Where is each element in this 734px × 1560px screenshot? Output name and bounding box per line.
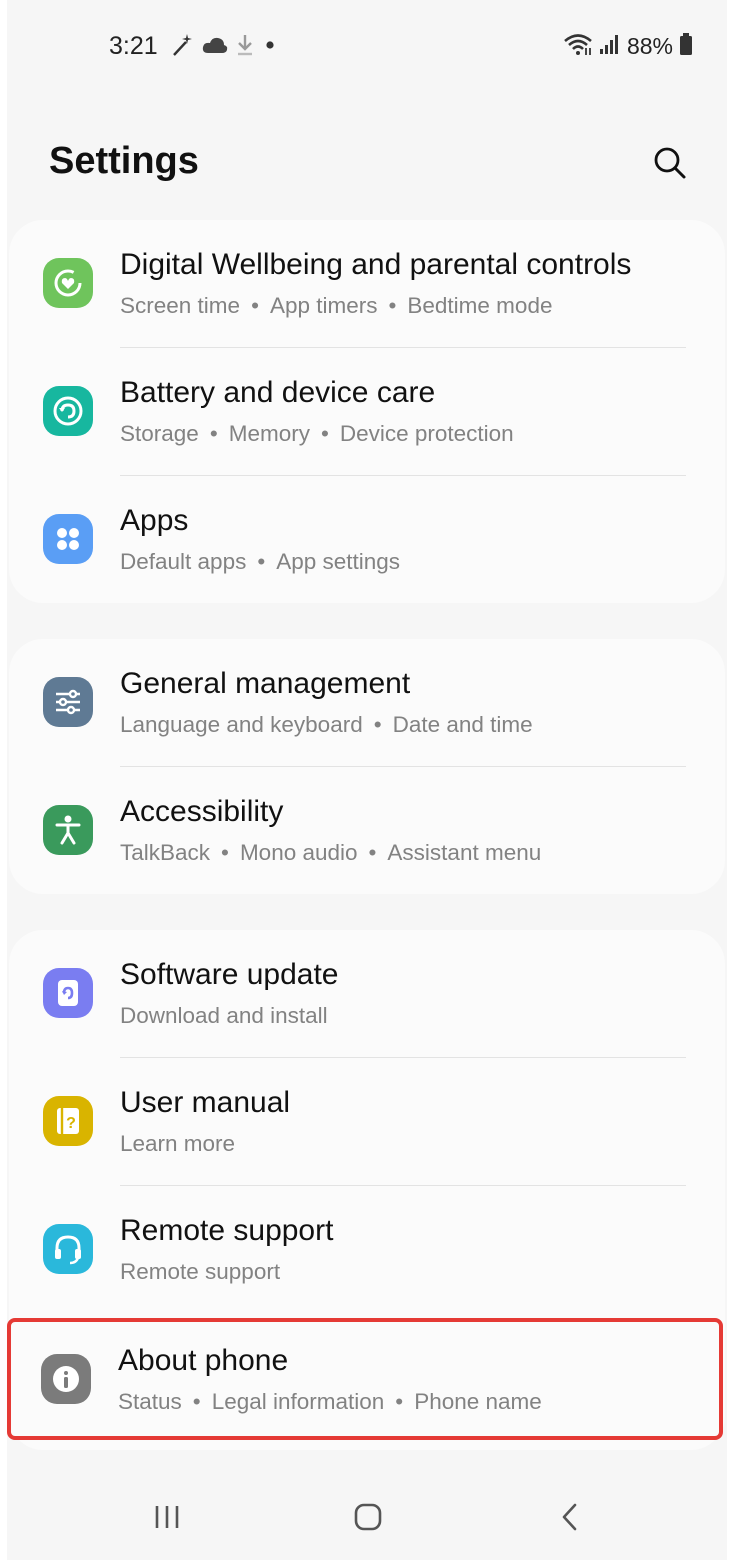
item-title: Battery and device care [120,376,436,409]
menu-item-battery-device-care[interactable]: Battery and device care Storage • Memory • D… [9,348,725,476]
item-subtitle: TalkBack • Mono audio • Assistant menu [120,840,542,865]
item-title: Apps [120,504,189,537]
user-manual-icon: ? [43,1096,93,1146]
settings-group-2: General management Language and keyboard… [9,639,725,894]
item-title: Digital Wellbeing and parental controls [120,248,632,281]
item-subtitle: Language and keyboard • Date and time [120,712,533,737]
device-care-icon [43,386,93,436]
headset-icon [43,1224,93,1274]
menu-item-software-update[interactable]: Software update Download and install [9,930,725,1058]
battery-icon [679,32,693,61]
menu-item-apps[interactable]: Apps Default apps • App settings [9,476,725,604]
page-title: Settings [49,140,199,182]
settings-screen: 3:21 88% Settings Digital Wellbeing and … [7,0,727,1560]
item-title: Remote support [120,1214,334,1247]
item-title: Software update [120,958,339,991]
wifi-icon [563,32,593,61]
info-icon [41,1354,91,1404]
system-icons: 88% [563,32,693,61]
item-title: User manual [120,1086,291,1119]
sliders-icon [43,677,93,727]
item-title: General management [120,667,411,700]
home-icon [354,1503,382,1531]
menu-item-general-management[interactable]: General management Language and keyboard… [9,639,725,767]
status-time: 3:21 [109,32,158,60]
menu-item-accessibility[interactable]: Accessibility TalkBack • Mono audio • Assist… [9,767,725,895]
item-subtitle: Default apps • App settings [120,549,401,574]
recents-button[interactable] [137,1492,197,1542]
apps-icon [43,514,93,564]
item-subtitle: Screen time • App timers • Bedtime mode [120,293,553,318]
cloud-icon [201,35,229,60]
magic-wand-icon [169,32,195,63]
back-icon [562,1503,577,1531]
svg-text:?: ? [66,1115,76,1132]
item-subtitle: Download and install [120,1003,328,1028]
item-title: About phone [118,1344,289,1377]
download-icon [235,33,255,62]
menu-item-about-phone[interactable]: About phone Status • Legal information • Pho… [7,1318,723,1440]
battery-percent: 88% [626,33,673,59]
item-subtitle: Status • Legal information • Phone name [118,1389,542,1414]
item-subtitle: Remote support [120,1259,281,1284]
status-bar: 3:21 88% [7,0,727,90]
navigation-bar [7,1470,727,1560]
menu-item-digital-wellbeing[interactable]: Digital Wellbeing and parental controls … [9,220,725,348]
software-update-icon [43,968,93,1018]
menu-item-user-manual[interactable]: ? User manual Learn more [9,1058,725,1186]
settings-group-1: Digital Wellbeing and parental controls … [9,220,725,603]
home-button[interactable] [338,1492,398,1542]
search-button[interactable] [645,138,695,188]
notification-dot-icon [261,36,279,59]
item-subtitle: Storage • Memory • Device protection [120,421,514,446]
item-subtitle: Learn more [120,1131,236,1156]
item-title: Accessibility [120,795,284,828]
signal-icon [599,33,621,60]
notification-icons [169,33,279,61]
accessibility-icon [43,805,93,855]
search-icon [654,147,686,179]
back-button[interactable] [540,1492,600,1542]
menu-item-remote-support[interactable]: Remote support Remote support [9,1186,725,1314]
recents-icon [155,1506,179,1528]
digital-wellbeing-icon [43,258,93,308]
